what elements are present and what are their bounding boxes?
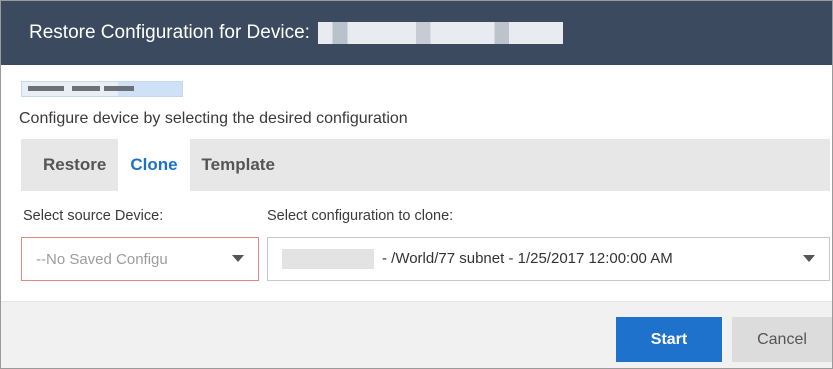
source-device-value: --No Saved Configu [36,250,168,268]
instruction-text: Configure device by selecting the desire… [19,110,408,127]
dialog-footer: Start Cancel [1,301,832,368]
tab-restore[interactable]: Restore [21,139,118,191]
dialog-titlebar: Restore Configuration for Device: [1,1,832,65]
device-identifier-strip [21,81,183,97]
source-device-select[interactable]: --No Saved Configu [21,237,259,281]
chevron-down-icon[interactable] [232,255,244,262]
config-clone-select[interactable]: - /World/77 subnet - 1/25/2017 12:00:00 … [267,237,830,281]
cancel-button[interactable]: Cancel [732,317,832,362]
redacted-device-name [317,22,563,44]
source-device-label: Select source Device: [23,208,164,224]
redacted-block [28,86,64,91]
restore-config-dialog: Restore Configuration for Device: Config… [0,0,833,369]
tab-template[interactable]: Template [190,139,287,191]
config-clone-value-wrap: - /World/77 subnet - 1/25/2017 12:00:00 … [268,249,673,269]
redacted-block [72,86,100,91]
tab-bar: Restore Clone Template [21,139,830,191]
config-clone-label: Select configuration to clone: [267,208,454,224]
chevron-down-icon[interactable] [803,255,815,262]
redacted-config-name [282,249,374,269]
start-button[interactable]: Start [616,317,722,362]
redacted-block [104,86,134,91]
tab-clone[interactable]: Clone [118,139,190,191]
config-clone-value: - /World/77 subnet - 1/25/2017 12:00:00 … [382,249,673,267]
dialog-title: Restore Configuration for Device: [29,22,310,43]
